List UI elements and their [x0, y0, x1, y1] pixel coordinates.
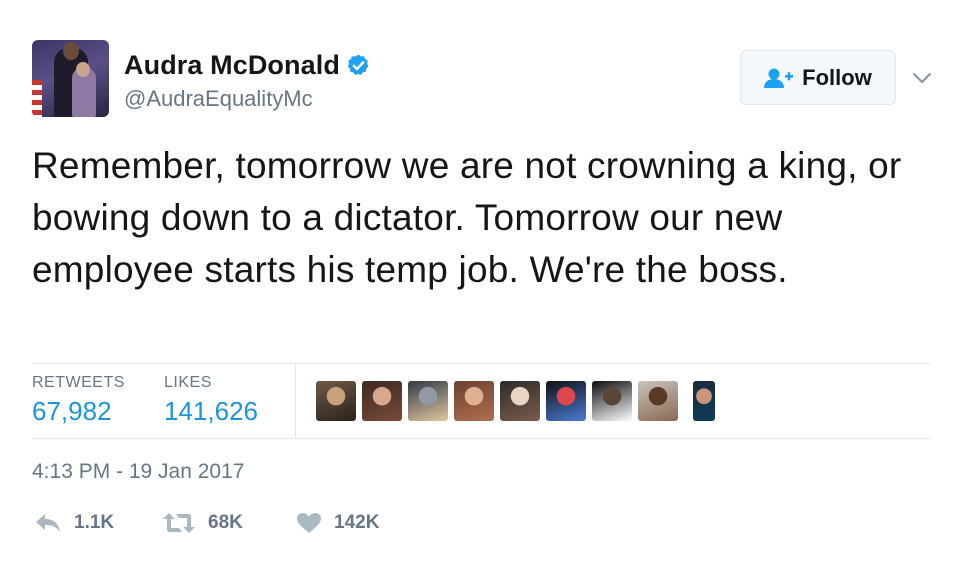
reply-icon — [36, 514, 60, 532]
liker-avatar[interactable] — [546, 381, 586, 421]
verified-badge-icon — [347, 54, 369, 75]
liker-avatar[interactable] — [500, 381, 540, 421]
retweets-stat[interactable]: RETWEETS 67,982 — [32, 374, 125, 427]
tweet-card: Audra McDonald @AudraEqualityMc Follow R… — [0, 0, 980, 568]
stats-separator — [295, 363, 296, 439]
reply-button[interactable]: 1.1K — [34, 512, 114, 534]
divider-top — [32, 363, 930, 364]
user-name-row: Audra McDonald — [124, 50, 371, 81]
retweets-count: 67,982 — [32, 396, 112, 426]
heart-icon — [297, 513, 321, 533]
retweets-label: RETWEETS — [32, 374, 125, 391]
tweet-timestamp[interactable]: 4:13 PM - 19 Jan 2017 — [32, 460, 244, 484]
likes-label: LIKES — [164, 374, 212, 391]
liker-avatar[interactable] — [362, 381, 402, 421]
reply-count: 1.1K — [74, 512, 115, 533]
tweet-text: Remember, tomorrow we are not crowning a… — [32, 145, 902, 290]
user-handle[interactable]: @AudraEqualityMc — [124, 86, 313, 112]
liker-avatar[interactable] — [592, 381, 632, 421]
liker-avatar[interactable] — [454, 381, 494, 421]
liker-avatar[interactable] — [693, 381, 715, 421]
retweet-button[interactable]: 68K — [162, 512, 243, 534]
retweet-icon — [163, 513, 195, 533]
like-button[interactable]: 142K — [296, 512, 379, 534]
retweet-count: 68K — [208, 512, 243, 533]
avatar[interactable] — [32, 40, 109, 117]
liker-avatar[interactable] — [408, 381, 448, 421]
like-count: 142K — [334, 512, 380, 533]
add-user-icon — [764, 68, 794, 88]
display-name[interactable]: Audra McDonald — [124, 50, 340, 81]
chevron-down-icon[interactable] — [910, 68, 934, 88]
likes-count: 141,626 — [164, 396, 258, 426]
liker-avatar[interactable] — [316, 381, 356, 421]
follow-button[interactable]: Follow — [740, 50, 896, 105]
divider-bottom — [32, 438, 930, 439]
likes-stat[interactable]: LIKES 141,626 — [164, 374, 258, 427]
liker-avatar[interactable] — [638, 381, 678, 421]
follow-button-label: Follow — [802, 64, 872, 90]
